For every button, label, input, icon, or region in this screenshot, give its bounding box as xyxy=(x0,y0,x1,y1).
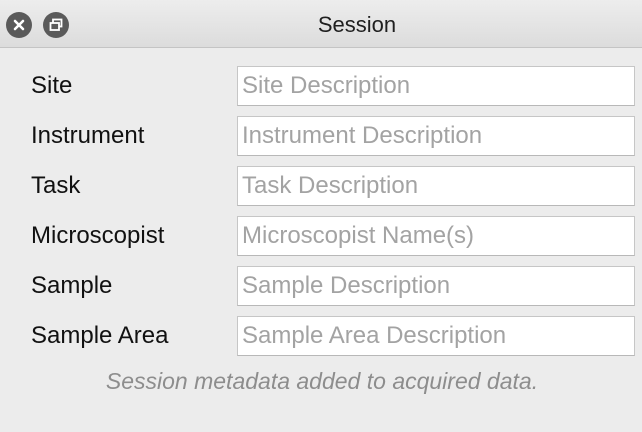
sample-area-input[interactable] xyxy=(237,316,635,356)
session-panel: Session Site Instrument Task Microscopis… xyxy=(0,0,642,432)
microscopist-input[interactable] xyxy=(237,216,635,256)
task-label: Task xyxy=(31,172,81,199)
sample-area-row: Sample Area xyxy=(0,316,642,356)
task-input[interactable] xyxy=(237,166,635,206)
sample-row: Sample xyxy=(0,266,642,306)
task-row: Task xyxy=(0,166,642,206)
site-input[interactable] xyxy=(237,66,635,106)
session-note: Session metadata added to acquired data. xyxy=(105,368,539,394)
sample-input[interactable] xyxy=(237,266,635,306)
window-title: Session xyxy=(317,12,397,37)
site-row: Site xyxy=(0,66,642,106)
sample-area-label: Sample Area xyxy=(31,322,169,349)
instrument-label: Instrument xyxy=(31,122,145,149)
site-label: Site xyxy=(31,72,73,99)
sample-label: Sample xyxy=(31,272,113,299)
instrument-row: Instrument xyxy=(0,116,642,156)
microscopist-row: Microscopist xyxy=(0,216,642,256)
instrument-input[interactable] xyxy=(237,116,635,156)
title-bar: Session xyxy=(0,0,642,48)
microscopist-label: Microscopist xyxy=(31,222,165,249)
